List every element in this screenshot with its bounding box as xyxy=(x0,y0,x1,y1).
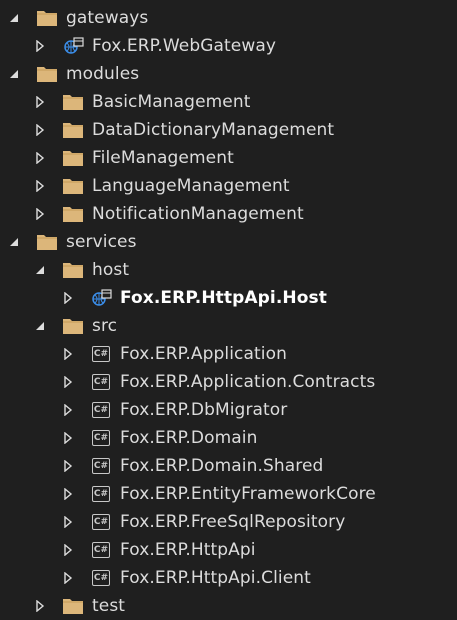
folder-icon xyxy=(36,65,58,83)
tree-node-notificationmanagement[interactable]: NotificationManagement xyxy=(0,200,457,228)
folder-icon xyxy=(62,121,84,139)
tree-node-label: host xyxy=(92,260,130,280)
tree-node-label: Fox.ERP.FreeSqlRepository xyxy=(120,512,346,532)
tree-node-fox-erp-freesqlrepository[interactable]: C# Fox.ERP.FreeSqlRepository xyxy=(0,508,457,536)
tree-node-label: Fox.ERP.WebGateway xyxy=(92,36,277,56)
chevron-right-icon[interactable] xyxy=(62,572,74,584)
chevron-right-icon[interactable] xyxy=(62,516,74,528)
chevron-down-icon[interactable] xyxy=(34,320,46,332)
tree-node-fox-erp-application[interactable]: C# Fox.ERP.Application xyxy=(0,340,457,368)
folder-icon xyxy=(62,261,84,279)
folder-icon xyxy=(62,597,84,615)
tree-node-label: Fox.ERP.Domain xyxy=(120,428,258,448)
tree-node-languagemanagement[interactable]: LanguageManagement xyxy=(0,172,457,200)
chevron-right-icon[interactable] xyxy=(62,292,74,304)
tree-node-label: Fox.ERP.Application.Contracts xyxy=(120,372,376,392)
csharp-project-icon: C# xyxy=(90,401,112,419)
chevron-down-icon[interactable] xyxy=(34,264,46,276)
chevron-right-icon[interactable] xyxy=(34,40,46,52)
solution-explorer-tree: gateways Fox.ERP.WebGateway modules Basi… xyxy=(0,0,457,616)
folder-icon xyxy=(62,149,84,167)
csharp-glyph: C# xyxy=(92,374,110,390)
chevron-right-icon[interactable] xyxy=(34,180,46,192)
tree-node-basicmanagement[interactable]: BasicManagement xyxy=(0,88,457,116)
csharp-project-icon: C# xyxy=(90,485,112,503)
folder-icon xyxy=(62,205,84,223)
folder-icon xyxy=(36,9,58,27)
tree-node-services[interactable]: services xyxy=(0,228,457,256)
chevron-right-icon[interactable] xyxy=(34,152,46,164)
tree-node-fox-erp-domain-shared[interactable]: C# Fox.ERP.Domain.Shared xyxy=(0,452,457,480)
chevron-right-icon[interactable] xyxy=(34,96,46,108)
tree-node-fox-erp-webgateway[interactable]: Fox.ERP.WebGateway xyxy=(0,32,457,60)
csharp-project-icon: C# xyxy=(90,513,112,531)
tree-node-label: NotificationManagement xyxy=(92,204,304,224)
chevron-down-icon[interactable] xyxy=(8,12,20,24)
chevron-down-icon[interactable] xyxy=(8,68,20,80)
csharp-glyph: C# xyxy=(92,346,110,362)
tree-node-label: Fox.ERP.HttpApi.Host xyxy=(120,288,327,308)
chevron-right-icon[interactable] xyxy=(62,376,74,388)
csharp-glyph: C# xyxy=(92,542,110,558)
chevron-right-icon[interactable] xyxy=(34,208,46,220)
tree-node-fox-erp-httpapi-host[interactable]: Fox.ERP.HttpApi.Host xyxy=(0,284,457,312)
csharp-glyph: C# xyxy=(92,514,110,530)
tree-node-label: Fox.ERP.HttpApi.Client xyxy=(120,568,311,588)
tree-node-label: Fox.ERP.HttpApi xyxy=(120,540,256,560)
chevron-right-icon[interactable] xyxy=(62,460,74,472)
chevron-right-icon[interactable] xyxy=(62,432,74,444)
tree-node-datadictionarymanagement[interactable]: DataDictionaryManagement xyxy=(0,116,457,144)
csharp-project-icon: C# xyxy=(90,373,112,391)
tree-node-label: LanguageManagement xyxy=(92,176,290,196)
tree-node-fox-erp-httpapi[interactable]: C# Fox.ERP.HttpApi xyxy=(0,536,457,564)
tree-node-fox-erp-domain[interactable]: C# Fox.ERP.Domain xyxy=(0,424,457,452)
tree-node-fox-erp-application-contracts[interactable]: C# Fox.ERP.Application.Contracts xyxy=(0,368,457,396)
tree-node-test[interactable]: test xyxy=(0,592,457,620)
tree-node-label: modules xyxy=(66,64,140,84)
tree-node-label: Fox.ERP.Application xyxy=(120,344,287,364)
tree-node-label: BasicManagement xyxy=(92,92,251,112)
csharp-project-icon: C# xyxy=(90,569,112,587)
csharp-project-icon: C# xyxy=(90,457,112,475)
csharp-glyph: C# xyxy=(92,402,110,418)
folder-icon xyxy=(62,93,84,111)
tree-node-gateways[interactable]: gateways xyxy=(0,4,457,32)
chevron-right-icon[interactable] xyxy=(62,488,74,500)
tree-node-fox-erp-entityframeworkcore[interactable]: C# Fox.ERP.EntityFrameworkCore xyxy=(0,480,457,508)
folder-icon xyxy=(62,177,84,195)
csharp-glyph: C# xyxy=(92,570,110,586)
chevron-down-icon[interactable] xyxy=(8,236,20,248)
chevron-right-icon[interactable] xyxy=(62,404,74,416)
chevron-right-icon[interactable] xyxy=(62,348,74,360)
tree-node-label: Fox.ERP.DbMigrator xyxy=(120,400,288,420)
tree-node-label: Fox.ERP.Domain.Shared xyxy=(120,456,324,476)
tree-node-label: services xyxy=(66,232,137,252)
chevron-right-icon[interactable] xyxy=(34,600,46,612)
tree-node-label: Fox.ERP.EntityFrameworkCore xyxy=(120,484,376,504)
csharp-glyph: C# xyxy=(92,486,110,502)
tree-node-host[interactable]: host xyxy=(0,256,457,284)
csharp-project-icon: C# xyxy=(90,429,112,447)
tree-node-label: test xyxy=(92,596,126,616)
tree-node-fox-erp-dbmigrator[interactable]: C# Fox.ERP.DbMigrator xyxy=(0,396,457,424)
tree-node-modules[interactable]: modules xyxy=(0,60,457,88)
tree-node-label: FileManagement xyxy=(92,148,234,168)
tree-node-label: gateways xyxy=(66,8,149,28)
tree-node-label: DataDictionaryManagement xyxy=(92,120,335,140)
folder-icon xyxy=(62,317,84,335)
tree-node-fox-erp-httpapi-client[interactable]: C# Fox.ERP.HttpApi.Client xyxy=(0,564,457,592)
csharp-glyph: C# xyxy=(92,430,110,446)
csharp-project-icon: C# xyxy=(90,541,112,559)
web-project-icon xyxy=(62,37,84,55)
tree-node-src[interactable]: src xyxy=(0,312,457,340)
folder-icon xyxy=(36,233,58,251)
csharp-project-icon: C# xyxy=(90,345,112,363)
chevron-right-icon[interactable] xyxy=(34,124,46,136)
tree-node-label: src xyxy=(92,316,118,336)
csharp-glyph: C# xyxy=(92,458,110,474)
tree-node-filemanagement[interactable]: FileManagement xyxy=(0,144,457,172)
web-project-icon xyxy=(90,289,112,307)
chevron-right-icon[interactable] xyxy=(62,544,74,556)
